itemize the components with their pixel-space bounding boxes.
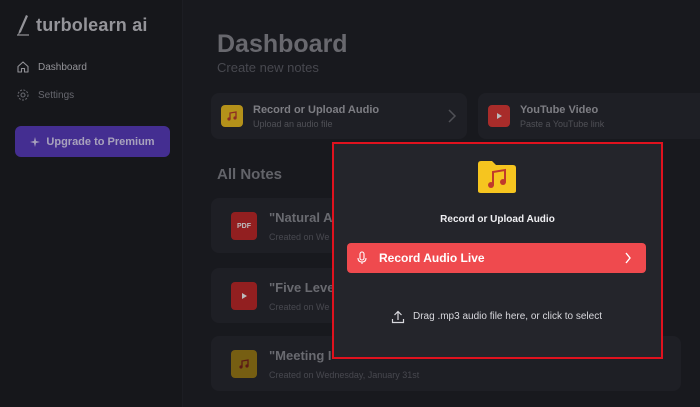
record-audio-live-button[interactable]: Record Audio Live [347, 243, 646, 273]
audio-drop-zone[interactable]: Drag .mp3 audio file here, or click to s… [347, 284, 646, 349]
chevron-right-icon [625, 252, 631, 264]
microphone-icon [357, 251, 367, 264]
record-upload-modal: Record or Upload Audio Record Audio Live… [332, 142, 663, 359]
folder-music-icon [478, 161, 516, 193]
upload-icon [391, 310, 405, 323]
record-audio-live-label: Record Audio Live [379, 251, 485, 265]
modal-title: Record or Upload Audio [440, 214, 555, 225]
drop-zone-label: Drag .mp3 audio file here, or click to s… [413, 311, 602, 322]
